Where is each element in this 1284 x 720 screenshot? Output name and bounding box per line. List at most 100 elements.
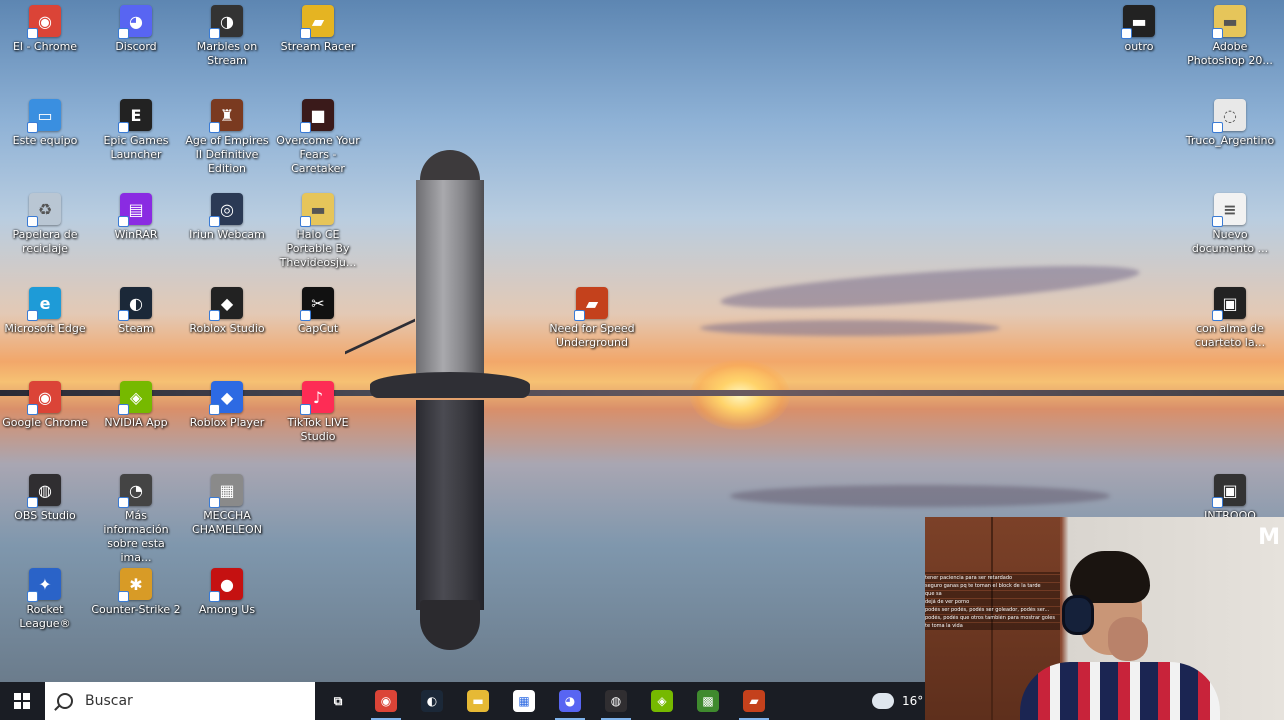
desktop-icon-label: Stream Racer — [280, 40, 356, 53]
nvidia-icon: ◈ — [651, 690, 673, 712]
taskbar-app-obs[interactable]: ◍ — [593, 682, 639, 720]
desktop-icon-label: Roblox Studio — [189, 322, 265, 335]
desktop-icon[interactable]: ✂ CapCut — [273, 287, 363, 336]
recycle-bin-icon: ♻ — [27, 193, 61, 227]
desktop-icon[interactable]: ◌ Truco_Argentino — [1185, 99, 1275, 148]
hand — [1108, 617, 1148, 661]
taskbar-pinned-apps: ⧉ ◉ ◐ ▬ ▦ ◕ ◍ ◈ ▩ ▰ — [315, 682, 777, 720]
desktop-icon-label: MECCHA CHAMELEON — [192, 509, 262, 536]
desktop-icon[interactable]: ◍ OBS Studio — [0, 474, 90, 523]
desktop-icon[interactable]: ▭ Este equipo — [0, 99, 90, 148]
desktop-icon[interactable]: ▬ Halo CE Portable By Thevideosju... — [273, 193, 363, 270]
desktop-icon[interactable]: ◕ Discord — [91, 5, 181, 54]
desktop-icon-label: con alma de cuarteto la... — [1194, 322, 1266, 349]
stream-racer-icon: ▰ — [300, 5, 334, 39]
desktop-icon-label: Need for Speed Underground — [549, 322, 635, 349]
desktop-icon-label: OBS Studio — [14, 509, 76, 522]
desktop-icon[interactable]: ✦ Rocket League® — [0, 568, 90, 631]
marbles-icon: ◑ — [209, 5, 243, 39]
cloud — [719, 257, 1141, 317]
desktop-icon[interactable]: ▰ Stream Racer — [273, 5, 363, 54]
desktop-icon[interactable]: ◆ Roblox Player — [182, 381, 272, 430]
desktop-icon-label: Más información sobre esta ima... — [103, 509, 169, 564]
desktop-icon[interactable]: e Microsoft Edge — [0, 287, 90, 336]
among-us-icon: ● — [209, 568, 243, 602]
desktop-icon[interactable]: ♜ Age of Empires II Definitive Edition — [182, 99, 272, 176]
desktop-icon[interactable]: ◔ Más información sobre esta ima... — [91, 474, 181, 565]
desktop-icon[interactable]: ◐ Steam — [91, 287, 181, 336]
desktop-icon-label: Adobe Photoshop 20... — [1187, 40, 1273, 67]
desktop-icon[interactable]: ▣ con alma de cuarteto la... — [1185, 287, 1275, 350]
desktop-icon[interactable]: ■ Overcome Your Fears - Caretaker — [273, 99, 363, 176]
taskbar-app-microsoft-store[interactable]: ▦ — [501, 682, 547, 720]
minecraft-icon: ▩ — [697, 690, 719, 712]
taskbar-app-chrome[interactable]: ◉ — [363, 682, 409, 720]
desktop-icon-label: TikTok LIVE Studio — [287, 416, 349, 443]
google-chrome-icon: ◉ — [27, 381, 61, 415]
text-file-icon: ≡ — [1212, 193, 1246, 227]
desktop-icon-label: Counter-Strike 2 — [91, 603, 181, 616]
epic-games-icon: E — [118, 99, 152, 133]
cloud-reflection — [730, 485, 1110, 507]
taskbar-app-task-view[interactable]: ⧉ — [315, 682, 361, 720]
desktop-icon[interactable]: ◉ Google Chrome — [0, 381, 90, 430]
iriun-webcam-icon: ◎ — [209, 193, 243, 227]
taskbar-app-need-for-speed[interactable]: ▰ — [731, 682, 777, 720]
overlay-letter: M — [1258, 525, 1280, 550]
taskbar-app-file-explorer[interactable]: ▬ — [455, 682, 501, 720]
taskbar-app-nvidia[interactable]: ◈ — [639, 682, 685, 720]
folder-icon: ▬ — [300, 193, 334, 227]
lighthouse-reflection — [416, 400, 484, 610]
desktop-icon[interactable]: ▬ outro — [1094, 5, 1184, 54]
desktop-icon[interactable]: ◑ Marbles on Stream — [182, 5, 272, 68]
nvidia-icon: ◈ — [118, 381, 152, 415]
taskbar-app-steam[interactable]: ◐ — [409, 682, 455, 720]
desktop-icon[interactable]: ◎ Iriun Webcam — [182, 193, 272, 242]
document-icon: ◌ — [1212, 99, 1246, 133]
weather-widget[interactable]: 16° — [872, 682, 923, 720]
steam-icon: ◐ — [421, 690, 443, 712]
desktop-icon-label: El - Chrome — [12, 40, 78, 53]
desktop-icon[interactable]: ▬ Adobe Photoshop 20... — [1185, 5, 1275, 68]
computer-icon: ▭ — [27, 99, 61, 133]
desktop-icon[interactable]: ◈ NVIDIA App — [91, 381, 181, 430]
desktop-icon[interactable]: ▤ WinRAR — [91, 193, 181, 242]
discord-icon: ◕ — [118, 5, 152, 39]
desktop-icon-label: Nuevo documento ... — [1191, 228, 1269, 255]
desktop-icon[interactable]: ≡ Nuevo documento ... — [1185, 193, 1275, 256]
desktop-icon[interactable]: ▰ Need for Speed Underground — [547, 287, 637, 350]
store-icon: ▦ — [513, 690, 535, 712]
desktop-icon[interactable]: ▦ MECCHA CHAMELEON — [182, 474, 272, 537]
roblox-studio-icon: ◆ — [209, 287, 243, 321]
desktop-icon[interactable]: E Epic Games Launcher — [91, 99, 181, 162]
desktop-icon[interactable]: ♻ Papelera de reciclaje — [0, 193, 90, 256]
roblox-player-icon: ◆ — [209, 381, 243, 415]
streamer — [1020, 547, 1220, 720]
desktop-icon-label: Truco_Argentino — [1185, 134, 1275, 147]
desktop-icon[interactable]: ♪ TikTok LIVE Studio — [273, 381, 363, 444]
obs-icon: ◍ — [27, 474, 61, 508]
desktop-icon-label: WinRAR — [114, 228, 158, 241]
partly-cloudy-icon — [872, 687, 894, 709]
need-for-speed-icon: ▰ — [743, 690, 765, 712]
taskbar-app-minecraft[interactable]: ▩ — [685, 682, 731, 720]
video-file-icon: ▣ — [1212, 287, 1246, 321]
counter-strike-icon: ✱ — [118, 568, 152, 602]
steam-icon: ◐ — [118, 287, 152, 321]
taskbar-search-box[interactable]: Buscar — [45, 682, 315, 720]
desktop-icon[interactable]: ◉ El - Chrome — [0, 5, 90, 54]
folder-icon: ▬ — [467, 690, 489, 712]
desktop-icon[interactable]: ◆ Roblox Studio — [182, 287, 272, 336]
lighthouse-tower — [416, 180, 484, 380]
search-placeholder: Buscar — [85, 693, 133, 709]
desktop-icon-label: Este equipo — [12, 134, 78, 147]
desktop-icon-label: Halo CE Portable By Thevideosju... — [279, 228, 357, 269]
desktop-icon[interactable]: ▣ INTROOO — [1185, 474, 1275, 523]
video-file-icon: ▣ — [1212, 474, 1246, 508]
desktop-icon-label: outro — [1124, 40, 1154, 53]
desktop-icon[interactable]: ✱ Counter-Strike 2 — [91, 568, 181, 617]
desktop-icon[interactable]: ● Among Us — [182, 568, 272, 617]
desktop-icon-label: Microsoft Edge — [4, 322, 86, 335]
start-button[interactable] — [0, 682, 44, 720]
taskbar-app-discord[interactable]: ◕ — [547, 682, 593, 720]
